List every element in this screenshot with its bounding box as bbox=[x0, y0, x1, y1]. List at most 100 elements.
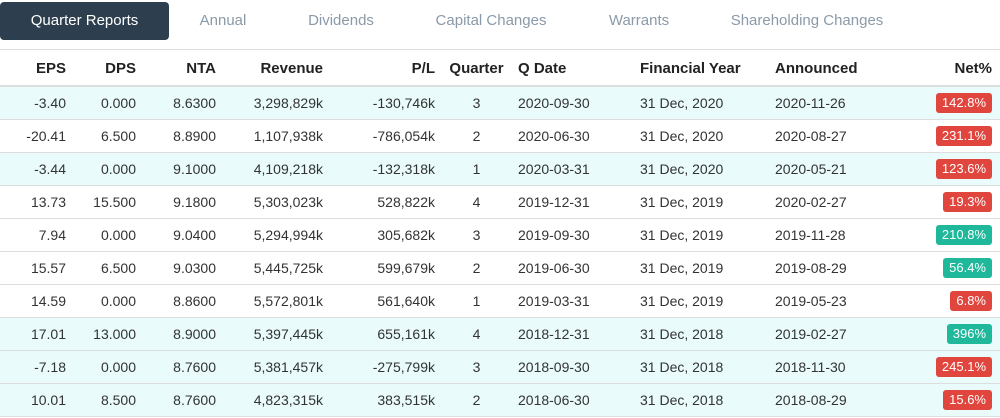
cell-eps: 7.94 bbox=[0, 218, 70, 252]
col-header-revenue[interactable]: Revenue bbox=[220, 51, 327, 87]
cell-announced: 2019-08-29 bbox=[771, 251, 891, 285]
cell-eps: 17.01 bbox=[0, 317, 70, 351]
cell-revenue: 3,298,829k bbox=[220, 86, 327, 120]
cell-net-percent: 6.8% bbox=[891, 284, 1000, 318]
cell-qdate: 2019-12-31 bbox=[514, 185, 626, 219]
cell-dps: 13.000 bbox=[70, 317, 140, 351]
col-header-announced[interactable]: Announced bbox=[771, 51, 891, 87]
cell-nta: 8.7600 bbox=[140, 383, 220, 417]
net-percent-badge: 245.1% bbox=[935, 356, 992, 377]
cell-quarter: 2 bbox=[439, 383, 514, 417]
cell-qdate: 2020-06-30 bbox=[514, 119, 626, 153]
cell-nta: 8.8900 bbox=[140, 119, 220, 153]
cell-net-percent: 210.8% bbox=[891, 218, 1000, 252]
table-row[interactable]: 13.73 15.500 9.1800 5,303,023k 528,822k 4 2019… bbox=[0, 185, 1000, 219]
cell-dps: 0.000 bbox=[70, 284, 140, 318]
tab-dividends[interactable]: Dividends bbox=[290, 2, 392, 40]
col-header-financial-year[interactable]: Financial Year bbox=[626, 51, 771, 87]
net-percent-badge: 56.4% bbox=[943, 257, 992, 278]
cell-announced: 2020-05-21 bbox=[771, 152, 891, 186]
cell-dps: 8.500 bbox=[70, 383, 140, 417]
cell-quarter: 2 bbox=[439, 119, 514, 153]
cell-net-percent: 396% bbox=[891, 317, 1000, 351]
table-row[interactable]: -3.40 0.000 8.6300 3,298,829k -130,746k 3 2020… bbox=[0, 86, 1000, 120]
col-header-quarter[interactable]: Quarter bbox=[439, 51, 514, 87]
cell-financial-year: 31 Dec, 2018 bbox=[626, 383, 771, 417]
cell-net-percent: 245.1% bbox=[891, 350, 1000, 384]
cell-qdate: 2018-09-30 bbox=[514, 350, 626, 384]
cell-quarter: 3 bbox=[439, 350, 514, 384]
col-header-nta[interactable]: NTA bbox=[140, 51, 220, 87]
cell-qdate: 2018-12-31 bbox=[514, 317, 626, 351]
cell-pl: 655,161k bbox=[327, 317, 439, 351]
cell-announced: 2019-11-28 bbox=[771, 218, 891, 252]
cell-pl: -130,746k bbox=[327, 86, 439, 120]
col-header-qdate[interactable]: Q Date bbox=[514, 51, 626, 87]
cell-announced: 2020-08-27 bbox=[771, 119, 891, 153]
cell-pl: 561,640k bbox=[327, 284, 439, 318]
col-header-eps[interactable]: EPS bbox=[0, 51, 70, 87]
cell-announced: 2019-02-27 bbox=[771, 317, 891, 351]
cell-quarter: 4 bbox=[439, 185, 514, 219]
cell-dps: 15.500 bbox=[70, 185, 140, 219]
table-row[interactable]: 14.59 0.000 8.8600 5,572,801k 561,640k 1 2019-… bbox=[0, 284, 1000, 318]
cell-pl: -786,054k bbox=[327, 119, 439, 153]
table-row[interactable]: 10.01 8.500 8.7600 4,823,315k 383,515k 2 2018-… bbox=[0, 383, 1000, 417]
tab-warrants[interactable]: Warrants bbox=[592, 2, 686, 40]
cell-eps: 13.73 bbox=[0, 185, 70, 219]
tab-capital-changes[interactable]: Capital Changes bbox=[420, 2, 562, 40]
table-row[interactable]: -3.44 0.000 9.1000 4,109,218k -132,318k 1 2020… bbox=[0, 152, 1000, 186]
net-percent-badge: 210.8% bbox=[935, 224, 992, 245]
cell-dps: 6.500 bbox=[70, 251, 140, 285]
cell-financial-year: 31 Dec, 2018 bbox=[626, 350, 771, 384]
tab-quarter-reports[interactable]: Quarter Reports bbox=[0, 2, 169, 40]
cell-dps: 6.500 bbox=[70, 119, 140, 153]
tab-shareholding-changes[interactable]: Shareholding Changes bbox=[716, 2, 898, 40]
net-percent-badge: 19.3% bbox=[943, 191, 992, 212]
cell-quarter: 4 bbox=[439, 317, 514, 351]
cell-pl: 383,515k bbox=[327, 383, 439, 417]
cell-revenue: 1,107,938k bbox=[220, 119, 327, 153]
cell-quarter: 3 bbox=[439, 86, 514, 120]
table-row[interactable]: 7.94 0.000 9.0400 5,294,994k 305,682k 3 2019-0… bbox=[0, 218, 1000, 252]
tab-annual[interactable]: Annual bbox=[178, 2, 268, 40]
col-header-pl[interactable]: P/L bbox=[327, 51, 439, 87]
cell-pl: -132,318k bbox=[327, 152, 439, 186]
cell-pl: -275,799k bbox=[327, 350, 439, 384]
cell-eps: 10.01 bbox=[0, 383, 70, 417]
cell-nta: 8.6300 bbox=[140, 86, 220, 120]
cell-financial-year: 31 Dec, 2019 bbox=[626, 251, 771, 285]
cell-qdate: 2019-09-30 bbox=[514, 218, 626, 252]
cell-announced: 2020-11-26 bbox=[771, 86, 891, 120]
cell-nta: 9.0300 bbox=[140, 251, 220, 285]
net-percent-badge: 231.1% bbox=[935, 125, 992, 146]
col-header-net-percent[interactable]: Net% bbox=[891, 51, 1000, 87]
cell-qdate: 2018-06-30 bbox=[514, 383, 626, 417]
cell-nta: 9.1000 bbox=[140, 152, 220, 186]
table-row[interactable]: -7.18 0.000 8.7600 5,381,457k -275,799k 3 2018… bbox=[0, 350, 1000, 384]
cell-quarter: 2 bbox=[439, 251, 514, 285]
table-row[interactable]: -20.41 6.500 8.8900 1,107,938k -786,054k 2 202… bbox=[0, 119, 1000, 153]
col-header-dps[interactable]: DPS bbox=[70, 51, 140, 87]
cell-financial-year: 31 Dec, 2019 bbox=[626, 185, 771, 219]
cell-net-percent: 142.8% bbox=[891, 86, 1000, 120]
cell-nta: 9.0400 bbox=[140, 218, 220, 252]
cell-dps: 0.000 bbox=[70, 152, 140, 186]
table-row[interactable]: 17.01 13.000 8.9000 5,397,445k 655,161k 4 2018… bbox=[0, 317, 1000, 351]
cell-financial-year: 31 Dec, 2020 bbox=[626, 119, 771, 153]
table-row[interactable]: 15.57 6.500 9.0300 5,445,725k 599,679k 2 2019-… bbox=[0, 251, 1000, 285]
cell-announced: 2019-05-23 bbox=[771, 284, 891, 318]
net-percent-badge: 15.6% bbox=[943, 389, 992, 410]
cell-net-percent: 19.3% bbox=[891, 185, 1000, 219]
cell-qdate: 2020-09-30 bbox=[514, 86, 626, 120]
cell-financial-year: 31 Dec, 2019 bbox=[626, 284, 771, 318]
cell-eps: -20.41 bbox=[0, 119, 70, 153]
cell-financial-year: 31 Dec, 2020 bbox=[626, 86, 771, 120]
cell-pl: 528,822k bbox=[327, 185, 439, 219]
cell-eps: 14.59 bbox=[0, 284, 70, 318]
net-percent-badge: 396% bbox=[946, 323, 992, 344]
cell-quarter: 1 bbox=[439, 284, 514, 318]
cell-quarter: 3 bbox=[439, 218, 514, 252]
table-header-row: EPS DPS NTA Revenue P/L Quarter Q Date F… bbox=[0, 51, 1000, 87]
net-percent-badge: 142.8% bbox=[935, 92, 992, 113]
